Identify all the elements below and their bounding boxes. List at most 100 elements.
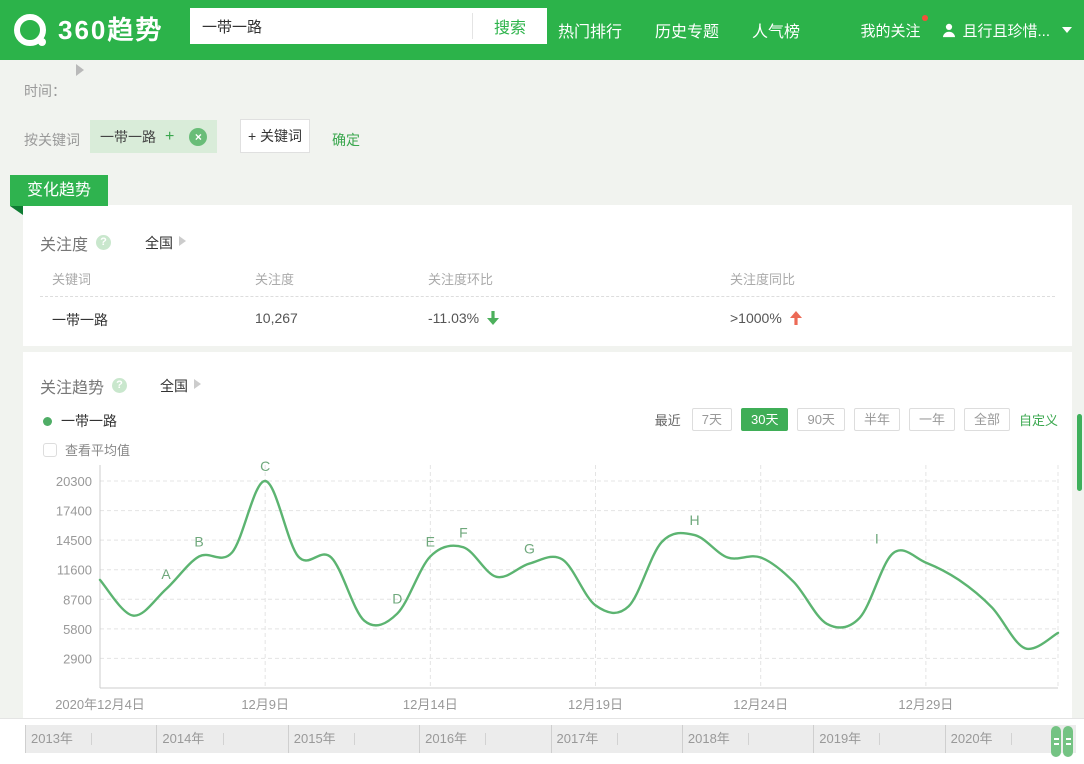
top-nav: 热门排行 历史专题 人气榜 [558, 0, 800, 60]
timeline-year-label: 2014年 [157, 731, 204, 746]
trend-line-series [100, 481, 1058, 649]
region-selector[interactable]: 全国 [145, 233, 173, 253]
x-axis-tick-label: 12月14日 [403, 697, 458, 712]
point-label-G: G [524, 541, 535, 557]
point-label-I: I [875, 530, 879, 546]
timeline-mid-tick [748, 733, 749, 745]
timeline-year-label: 2016年 [420, 731, 467, 746]
x-axis-tick-label: 12月29日 [898, 697, 953, 712]
my-follow-label: 我的关注 [860, 23, 920, 40]
timeline-mid-tick [879, 733, 880, 745]
keyword-tag-text: 一带一路 [100, 127, 156, 147]
y-axis-tick-label: 2900 [63, 651, 92, 666]
timeline-year-2016年[interactable]: 2016年 [419, 725, 550, 753]
y-axis-tick-label: 5800 [63, 622, 92, 637]
point-label-D: D [392, 591, 402, 607]
table-cell-yoy: >1000% [730, 310, 802, 326]
timeline-year-2013年[interactable]: 2013年 [25, 725, 156, 753]
y-axis-tick-label: 20300 [56, 474, 92, 489]
timeline-year-2014年[interactable]: 2014年 [156, 725, 287, 753]
ribbon-fold [10, 206, 23, 215]
confirm-button[interactable]: 确定 [332, 130, 360, 150]
time-filter-label: 时间： [24, 81, 66, 101]
arrow-down-icon [487, 311, 499, 325]
header-right: 我的关注 且行且珍惜... [860, 0, 1072, 60]
point-label-C: C [260, 458, 270, 474]
keyword-tag-plus-icon[interactable]: + [165, 128, 174, 146]
main-area: 时间： 按关键词 一带一路 + × + 关键词 确定 变化趋势 关注度 ? 全国… [0, 60, 1084, 718]
attention-card-title: 关注度 [40, 231, 88, 255]
logo-360-icon [14, 14, 48, 46]
keyword-tag-close-icon[interactable]: × [189, 128, 207, 146]
section-ribbon: 变化趋势 [10, 175, 108, 206]
timeline-year-2015年[interactable]: 2015年 [288, 725, 419, 753]
timeline-year-label: 2018年 [683, 731, 730, 746]
timeline-mid-tick [91, 733, 92, 745]
timeline-year-label: 2013年 [26, 731, 73, 746]
search-input[interactable] [190, 8, 472, 44]
nav-item-3[interactable]: 人气榜 [752, 18, 800, 42]
attention-card: 关注度 ? 全国 关键词关注度关注度环比关注度同比 一带一路10,267-11.… [23, 205, 1072, 346]
keyword-tag: 一带一路 + × [90, 120, 217, 153]
point-label-H: H [690, 512, 700, 528]
timeline-panel: 2013年 2014年 2015年 2016年 2017年 2018年 2019年 2020年 [0, 718, 1084, 764]
timeline-mid-tick [617, 733, 618, 745]
user-menu[interactable]: 且行且珍惜... [942, 20, 1072, 41]
nav-item-2[interactable]: 历史专题 [655, 18, 719, 42]
add-keyword-button[interactable]: + 关键词 [240, 119, 310, 153]
table-header-cell: 关注度同比 [730, 269, 795, 288]
username: 且行且珍惜... [962, 20, 1050, 41]
timeline-mid-tick [1011, 733, 1012, 745]
nav-item-1[interactable]: 热门排行 [558, 18, 622, 42]
x-axis-tick-label: 12月9日 [241, 697, 289, 712]
y-axis-tick-label: 14500 [56, 533, 92, 548]
timeline-year-label: 2015年 [289, 731, 336, 746]
table-divider [40, 296, 1055, 297]
timeline-mid-tick [485, 733, 486, 745]
table-header-cell: 关键词 [52, 269, 91, 288]
chevron-down-icon [1062, 27, 1072, 33]
point-label-E: E [426, 533, 435, 549]
timeline-mid-tick [354, 733, 355, 745]
range-slider-right-handle[interactable] [1063, 726, 1073, 757]
search-button[interactable]: 搜索 [473, 8, 547, 44]
timeline-year-2017年[interactable]: 2017年 [551, 725, 682, 753]
table-cell-mom: -11.03% [428, 310, 499, 326]
table-cell-keyword: 一带一路 [52, 310, 108, 330]
keyword-filter-label: 按关键词 [24, 130, 80, 150]
table-header-cell: 关注度 [255, 269, 294, 288]
point-label-B: B [194, 533, 203, 549]
table-header-cell: 关注度环比 [428, 269, 493, 288]
x-axis-tick-label: 12月24日 [733, 697, 788, 712]
table-cell-value: 10,267 [255, 310, 298, 326]
logo-text: 360趋势 [58, 13, 163, 47]
help-icon[interactable]: ? [96, 235, 111, 250]
timeline-year-label: 2020年 [946, 731, 993, 746]
y-axis-tick-label: 17400 [56, 504, 92, 519]
trend-line-chart[interactable]: 2900 5800 8700 11600 14500 17400 20300 2020年12月… [23, 352, 1072, 718]
timeline-year-label: 2019年 [814, 731, 861, 746]
timeline-mid-tick [223, 733, 224, 745]
collapse-arrow-icon[interactable] [76, 64, 84, 76]
my-follow-link[interactable]: 我的关注 [860, 20, 920, 41]
timeline-year-2019年[interactable]: 2019年 [813, 725, 944, 753]
user-icon [942, 23, 956, 38]
x-axis-tick-label: 2020年12月4日 [55, 697, 145, 712]
trend-card: 关注趋势 ? 全国 一带一路 最近 7天30天90天半年一年全部自定义 查看平均… [23, 352, 1072, 718]
arrow-up-icon [790, 311, 802, 325]
region-arrow-icon [179, 236, 186, 246]
range-slider-left-handle[interactable] [1051, 726, 1061, 757]
timeline-strip[interactable]: 2013年 2014年 2015年 2016年 2017年 2018年 2019年 2020年 [25, 725, 1076, 753]
y-axis-tick-label: 11600 [57, 563, 92, 578]
y-axis-tick-label: 8700 [63, 592, 92, 607]
timeline-year-label: 2017年 [552, 731, 599, 746]
point-label-A: A [161, 566, 171, 582]
point-label-F: F [459, 524, 468, 540]
notification-dot [922, 15, 928, 21]
logo[interactable]: 360趋势 [14, 13, 163, 47]
scrollbar-thumb[interactable] [1077, 414, 1082, 491]
app-header: 360趋势 搜索 热门排行 历史专题 人气榜 我的关注 且行且珍惜... [0, 0, 1084, 60]
timeline-year-2018年[interactable]: 2018年 [682, 725, 813, 753]
x-axis-tick-label: 12月19日 [568, 697, 623, 712]
search-box: 搜索 [190, 8, 547, 44]
